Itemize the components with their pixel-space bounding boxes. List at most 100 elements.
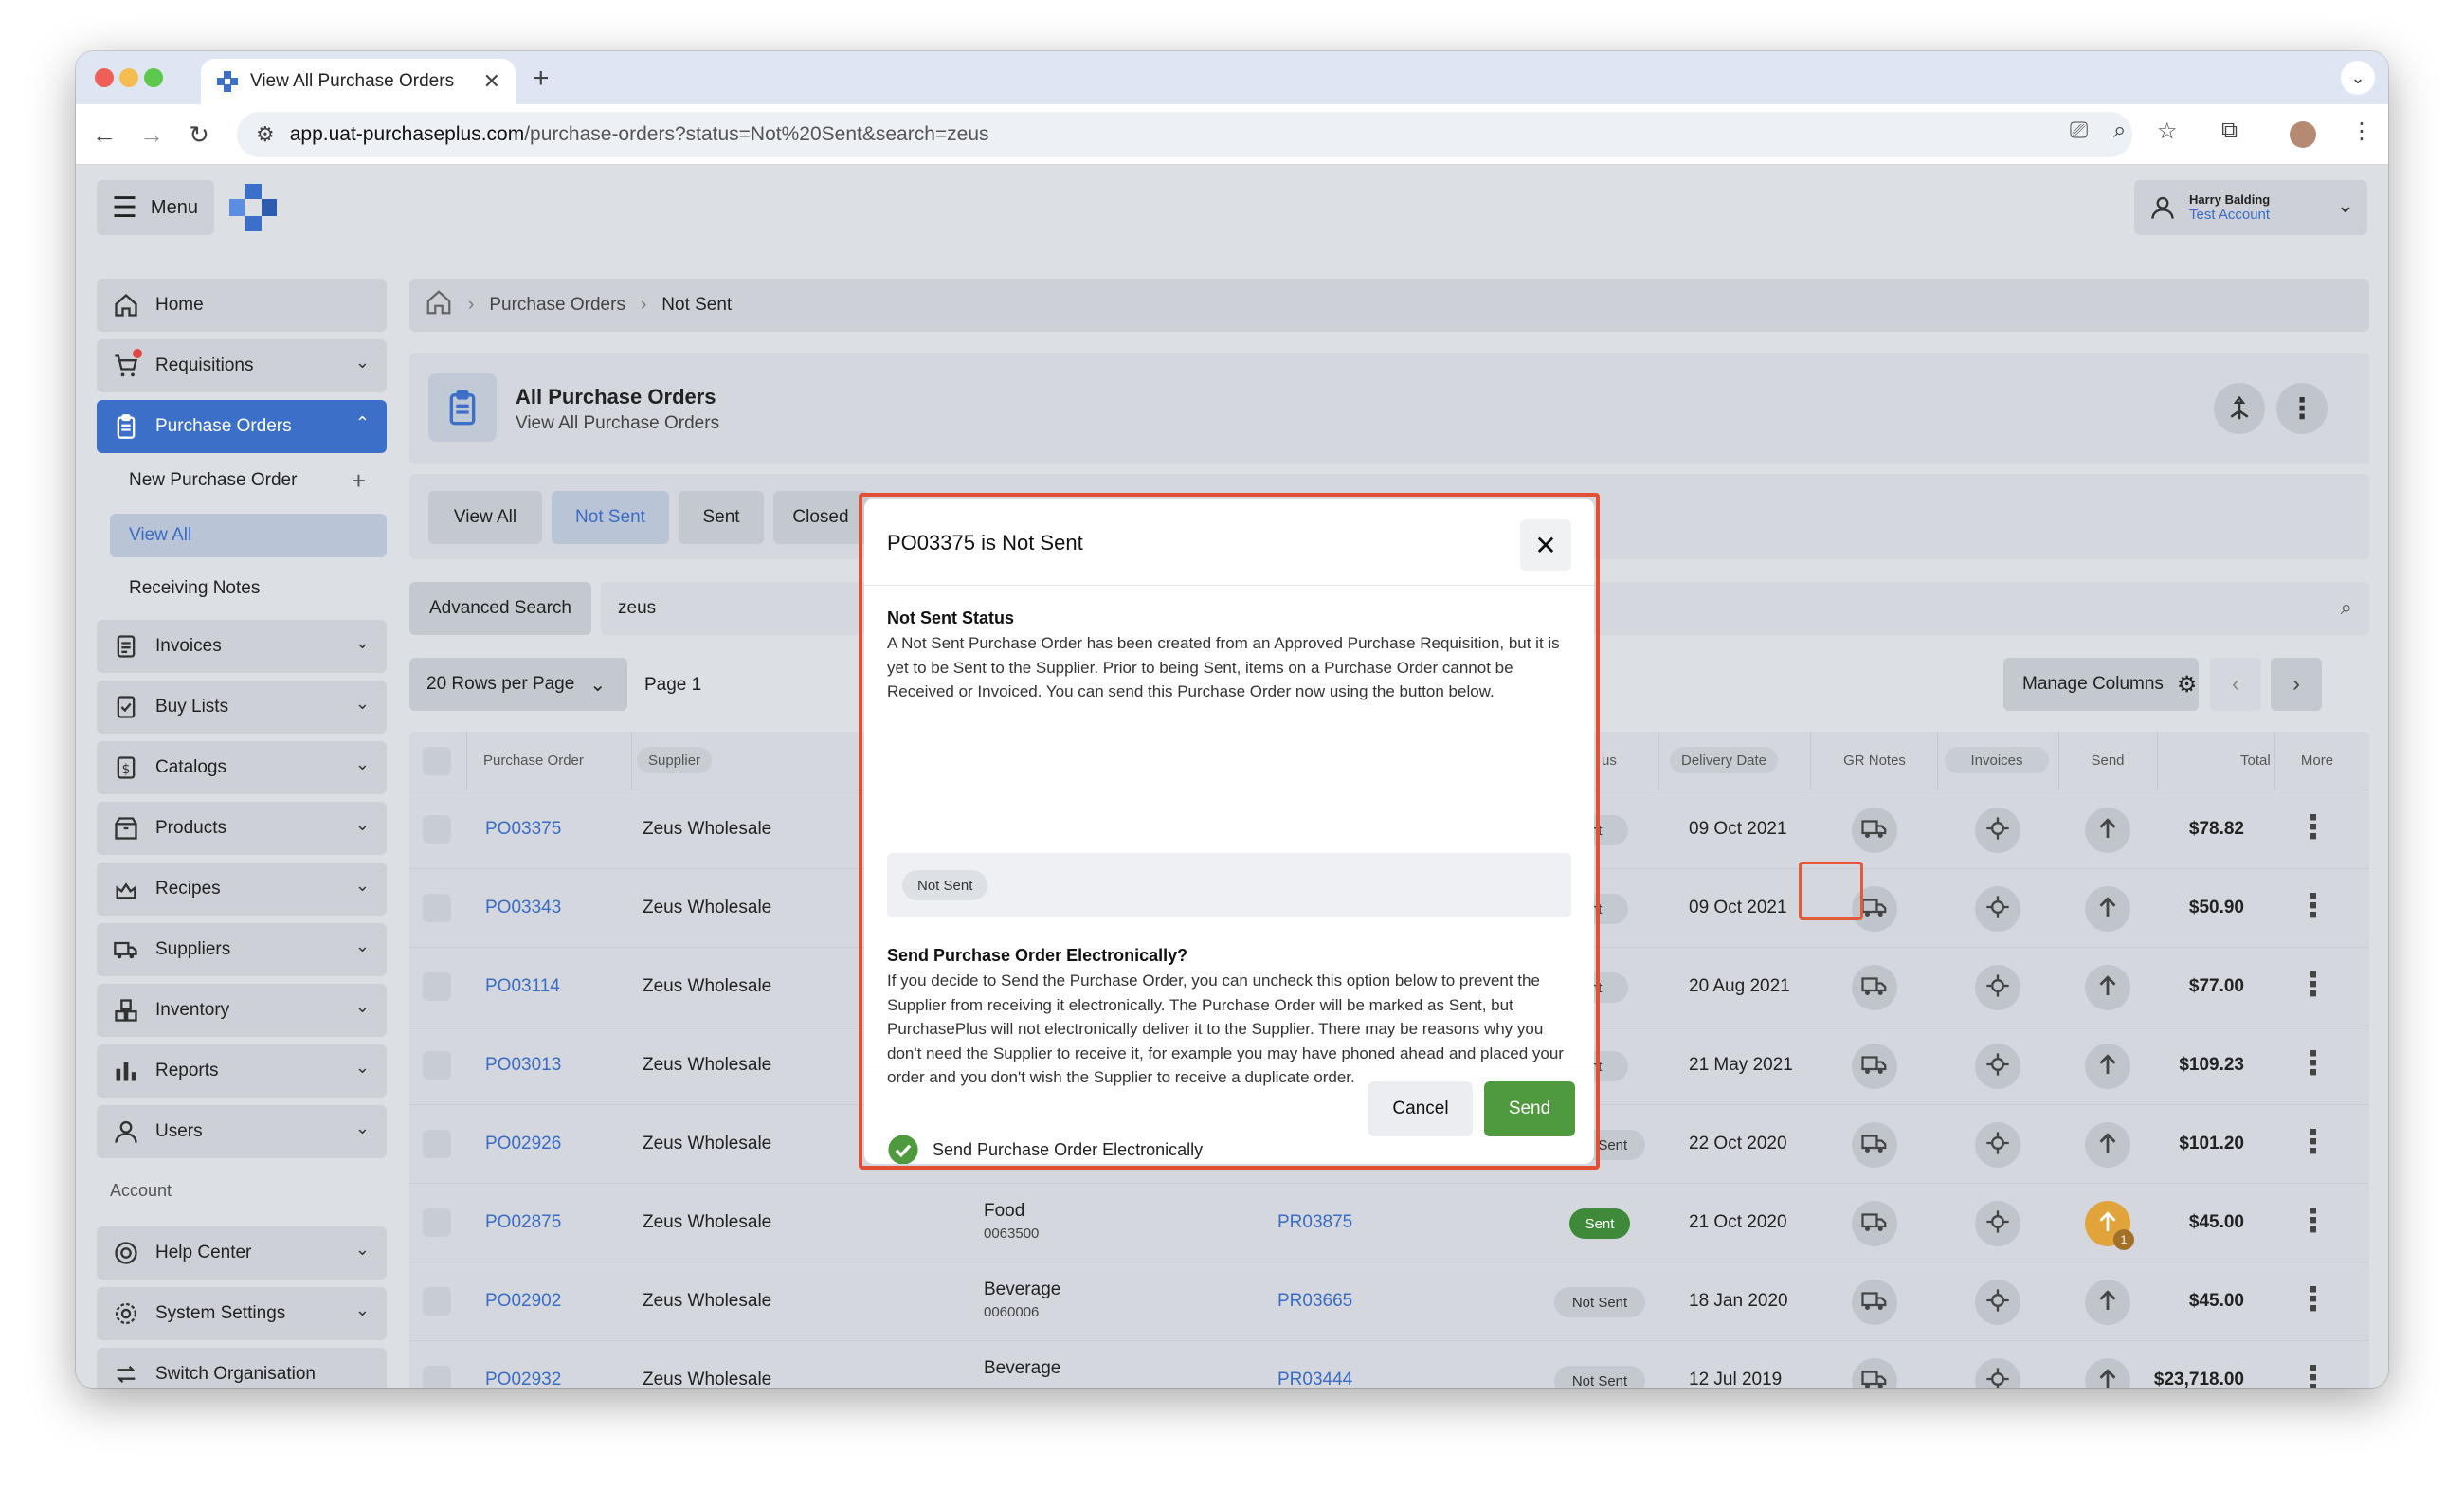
send-po-button[interactable] (2085, 1280, 2130, 1325)
po-number-link[interactable]: PO02902 (485, 1291, 561, 1312)
sidebar-subitem-view-all[interactable]: View All (110, 514, 387, 557)
sidebar-item-inventory[interactable]: Inventory ⌄ (97, 984, 387, 1037)
cancel-button[interactable]: Cancel (1368, 1081, 1473, 1136)
po-number-link[interactable]: PO03013 (485, 1055, 561, 1076)
table-row[interactable]: PO02932 Zeus Wholesale Beverage PR03444 Not … (409, 1341, 2369, 1388)
table-row[interactable]: PO02875 Zeus Wholesale Food 0063500 PR03875 S… (409, 1184, 2369, 1262)
reload-icon[interactable]: ↻ (182, 118, 216, 152)
invoice-button[interactable] (1975, 1280, 2020, 1325)
zoom-icon[interactable]: ⌕ (2113, 118, 2126, 144)
previous-page-button[interactable]: ‹ (2210, 658, 2261, 711)
sidebar-item-suppliers[interactable]: Suppliers ⌄ (97, 923, 387, 976)
home-breadcrumb-icon[interactable] (425, 288, 453, 322)
advanced-search-button[interactable]: Advanced Search (409, 582, 591, 635)
po-number-link[interactable]: PO03114 (485, 976, 560, 997)
send-po-button[interactable] (2085, 886, 2130, 932)
column-supplier[interactable]: Supplier (637, 747, 713, 773)
search-icon[interactable]: ⌕ (2341, 595, 2352, 620)
column-delivery-date[interactable]: Delivery Date (1670, 747, 1779, 773)
sidebar-item-requisitions[interactable]: Requisitions ⌄ (97, 339, 387, 392)
column-send[interactable]: Send (2064, 747, 2151, 773)
sidebar-item-catalogs[interactable]: $ Catalogs ⌄ (97, 741, 387, 794)
po-number-link[interactable]: PO02875 (485, 1212, 561, 1233)
row-more-kebab-icon[interactable]: ⋮ (2297, 811, 2329, 844)
row-checkbox[interactable] (423, 894, 451, 922)
invoice-button[interactable] (1975, 808, 2020, 853)
po-number-link[interactable]: PO03343 (485, 898, 561, 918)
manage-columns-button[interactable]: Manage Columns ⚙ (2003, 658, 2199, 711)
sidebar-subitem-receiving-notes[interactable]: Receiving Notes (110, 567, 387, 610)
filter-sent[interactable]: Sent (679, 491, 764, 544)
row-checkbox[interactable] (423, 1366, 451, 1388)
send-po-button[interactable] (2085, 1122, 2130, 1168)
sidebar-item-purchase-orders[interactable]: Purchase Orders ⌃ (97, 400, 387, 453)
install-app-icon[interactable]: ⎚ (2070, 118, 2088, 144)
browser-tab[interactable]: View All Purchase Orders ✕ (201, 59, 516, 104)
column-invoices[interactable]: Invoices (1945, 747, 2049, 773)
row-more-kebab-icon[interactable]: ⋮ (2297, 1283, 2329, 1316)
forward-arrow-icon[interactable]: → (135, 118, 169, 152)
row-checkbox[interactable] (423, 1208, 451, 1237)
purchaseplus-logo[interactable] (227, 182, 279, 233)
send-all-button[interactable] (2214, 383, 2265, 434)
filter-not-sent[interactable]: Not Sent (552, 491, 669, 544)
row-checkbox[interactable] (423, 815, 451, 844)
filter-view-all[interactable]: View All (428, 491, 542, 544)
sidebar-subitem-new-purchase-order[interactable]: New Purchase Order + (110, 459, 387, 502)
send-po-button[interactable] (2085, 1358, 2130, 1388)
select-all-checkbox[interactable] (423, 747, 451, 775)
sidebar-item-home[interactable]: Home (97, 279, 387, 332)
row-checkbox[interactable] (423, 1051, 451, 1080)
sidebar-item-help-center[interactable]: Help Center ⌄ (97, 1226, 387, 1280)
column-purchase-order[interactable]: Purchase Order (472, 747, 595, 773)
row-more-kebab-icon[interactable]: ⋮ (2297, 1205, 2329, 1237)
row-more-kebab-icon[interactable]: ⋮ (2297, 1362, 2329, 1388)
filter-closed[interactable]: Closed (773, 491, 868, 544)
back-arrow-icon[interactable]: ← (87, 118, 121, 152)
send-po-button[interactable] (2085, 808, 2130, 853)
tab-search-chevron-icon[interactable]: ⌄ (2341, 61, 2375, 95)
sidebar-item-users[interactable]: Users ⌄ (97, 1105, 387, 1158)
sidebar-item-invoices[interactable]: Invoices ⌄ (97, 620, 387, 673)
sidebar-item-reports[interactable]: Reports ⌄ (97, 1044, 387, 1098)
requisition-link[interactable]: PR03875 (1277, 1212, 1352, 1233)
invoice-button[interactable] (1975, 1358, 2020, 1388)
sidebar-item-recipes[interactable]: Recipes ⌄ (97, 863, 387, 916)
goods-receiving-button[interactable] (1852, 1044, 1897, 1089)
requisition-link[interactable]: PR03665 (1277, 1291, 1352, 1312)
goods-receiving-button[interactable] (1852, 808, 1897, 853)
more-options-button[interactable]: ⋮ (2276, 383, 2328, 434)
new-tab-icon[interactable]: + (533, 63, 550, 95)
invoice-button[interactable] (1975, 886, 2020, 932)
menu-button[interactable]: ☰ Menu (97, 180, 214, 235)
user-menu-button[interactable]: Harry Balding Test Account ⌄ (2134, 180, 2367, 235)
row-more-kebab-icon[interactable]: ⋮ (2297, 1047, 2329, 1080)
goods-receiving-button[interactable] (1852, 1201, 1897, 1246)
po-number-link[interactable]: PO02926 (485, 1134, 561, 1154)
invoice-button[interactable] (1975, 1201, 2020, 1246)
column-gr-notes[interactable]: GR Notes (1812, 747, 1937, 773)
po-number-link[interactable]: PO03375 (485, 819, 561, 840)
close-tab-icon[interactable]: ✕ (483, 69, 500, 94)
goods-receiving-button[interactable] (1852, 1358, 1897, 1388)
site-settings-icon[interactable]: ⚙ (256, 122, 275, 147)
extensions-icon[interactable]: ⧉ (2221, 118, 2238, 144)
maximize-window-button[interactable] (144, 68, 163, 87)
breadcrumb-purchase-orders[interactable]: Purchase Orders (489, 295, 625, 316)
bookmark-star-icon[interactable]: ☆ (2157, 118, 2178, 145)
row-checkbox[interactable] (423, 1130, 451, 1158)
profile-avatar[interactable] (2290, 121, 2316, 148)
requisition-link[interactable]: PR03444 (1277, 1370, 1352, 1388)
invoice-button[interactable] (1975, 1044, 2020, 1089)
url-input[interactable]: ⚙ app.uat-purchaseplus.com/purchase-orde… (237, 112, 2132, 157)
invoice-button[interactable] (1975, 1122, 2020, 1168)
minimize-window-button[interactable] (119, 68, 138, 87)
goods-receiving-button[interactable] (1852, 1280, 1897, 1325)
invoice-button[interactable] (1975, 965, 2020, 1010)
send-po-button[interactable] (2085, 1044, 2130, 1089)
table-row[interactable]: PO02902 Zeus Wholesale Beverage 0060006 PR03… (409, 1262, 2369, 1341)
next-page-button[interactable]: › (2271, 658, 2322, 711)
close-window-button[interactable] (95, 68, 114, 87)
row-more-kebab-icon[interactable]: ⋮ (2297, 890, 2329, 922)
sidebar-item-products[interactable]: Products ⌄ (97, 802, 387, 855)
